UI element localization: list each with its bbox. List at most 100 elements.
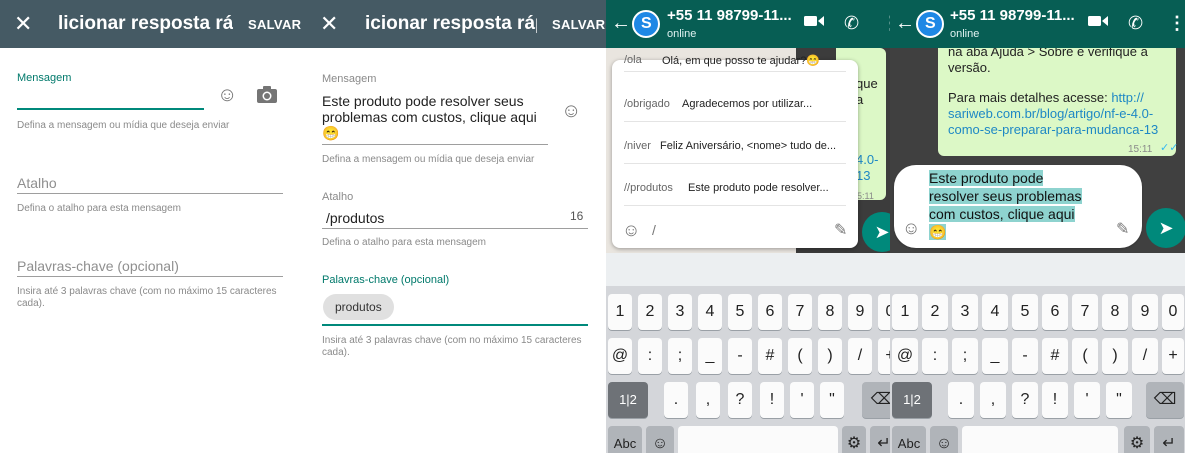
key[interactable]: 0 bbox=[878, 294, 890, 330]
settings-key[interactable]: ⚙ bbox=[842, 426, 866, 453]
key[interactable]: ' bbox=[1074, 382, 1100, 418]
symbols-page-toggle[interactable]: 1|2 bbox=[892, 382, 932, 418]
key[interactable]: 8 bbox=[818, 294, 842, 330]
backspace-key[interactable]: ⌫ bbox=[1146, 382, 1184, 418]
video-call-icon[interactable] bbox=[1088, 13, 1108, 34]
key[interactable]: : bbox=[922, 338, 948, 374]
key[interactable]: " bbox=[820, 382, 844, 418]
key[interactable]: ; bbox=[668, 338, 692, 374]
key[interactable]: # bbox=[758, 338, 782, 374]
quick-reply-item[interactable]: //produtos Este produto pode resolver... bbox=[624, 170, 846, 206]
back-arrow-icon[interactable]: ← bbox=[611, 12, 631, 35]
bubble-link[interactable]: sariweb.com.br/blog/artigo/nf-e-4.0- bbox=[948, 106, 1153, 121]
key[interactable]: . bbox=[948, 382, 974, 418]
key[interactable]: @ bbox=[608, 338, 632, 374]
key[interactable]: : bbox=[638, 338, 662, 374]
key[interactable]: ? bbox=[728, 382, 752, 418]
phone-icon[interactable]: ✆ bbox=[1128, 13, 1143, 34]
message-input[interactable]: Este produto pode resolver seus problema… bbox=[322, 93, 557, 141]
phone-icon[interactable]: ✆ bbox=[844, 13, 859, 34]
abc-key[interactable]: Abc bbox=[892, 426, 926, 453]
keywords-input[interactable]: Palavras-chave (opcional) bbox=[17, 258, 179, 274]
key[interactable]: + bbox=[1162, 338, 1184, 374]
key[interactable]: 8 bbox=[1102, 294, 1128, 330]
key[interactable]: 4 bbox=[982, 294, 1008, 330]
quick-reply-item[interactable]: /niver Feliz Aniversário, <nome> tudo de… bbox=[624, 128, 846, 164]
abc-key[interactable]: Abc bbox=[608, 426, 642, 453]
emoji-key[interactable]: ☺ bbox=[646, 426, 674, 453]
camera-icon[interactable] bbox=[256, 85, 278, 109]
key[interactable]: , bbox=[696, 382, 720, 418]
message-bubble[interactable]: na aba Ajuda > Sobre e verifique a versã… bbox=[938, 38, 1178, 156]
video-call-icon[interactable] bbox=[804, 13, 824, 34]
bubble-link[interactable]: como-se-preparar-para-mudanca-13 bbox=[948, 122, 1158, 137]
key[interactable]: 2 bbox=[638, 294, 662, 330]
key[interactable]: # bbox=[1042, 338, 1068, 374]
save-button[interactable]: SALVAR bbox=[552, 17, 605, 32]
more-options-icon[interactable]: ⋮ bbox=[1168, 13, 1185, 34]
settings-key[interactable]: ⚙ bbox=[1124, 426, 1150, 453]
key[interactable]: 1 bbox=[608, 294, 632, 330]
enter-key[interactable]: ↵ bbox=[870, 426, 890, 453]
bubble-link[interactable]: http:// bbox=[1111, 90, 1144, 105]
key[interactable]: 4 bbox=[698, 294, 722, 330]
key[interactable]: 3 bbox=[952, 294, 978, 330]
avatar[interactable]: S bbox=[916, 10, 944, 38]
save-button[interactable]: SALVAR bbox=[248, 17, 301, 32]
key[interactable]: ( bbox=[1072, 338, 1098, 374]
shortcut-input[interactable]: /produtos bbox=[326, 210, 384, 226]
shortcut-input[interactable]: Atalho bbox=[17, 175, 57, 191]
key[interactable]: ) bbox=[1102, 338, 1128, 374]
key[interactable]: ' bbox=[790, 382, 814, 418]
contact-name[interactable]: +55 11 98799-11... bbox=[950, 7, 1078, 24]
key[interactable]: 5 bbox=[1012, 294, 1038, 330]
key[interactable]: . bbox=[664, 382, 688, 418]
emoji-icon[interactable]: ☺ bbox=[217, 85, 237, 105]
key[interactable]: / bbox=[1132, 338, 1158, 374]
quick-reply-item[interactable]: /ola Olá, em que posso te ajudar?😁 bbox=[624, 46, 846, 72]
attach-icon[interactable]: ✎ bbox=[1116, 219, 1129, 239]
message-input[interactable]: / bbox=[652, 222, 656, 238]
key[interactable]: - bbox=[728, 338, 752, 374]
key[interactable]: ! bbox=[1042, 382, 1068, 418]
key[interactable]: 7 bbox=[788, 294, 812, 330]
key[interactable]: _ bbox=[982, 338, 1008, 374]
key[interactable]: 7 bbox=[1072, 294, 1098, 330]
key[interactable]: 5 bbox=[728, 294, 752, 330]
avatar[interactable]: S bbox=[632, 10, 660, 38]
key[interactable]: - bbox=[1012, 338, 1038, 374]
key[interactable]: _ bbox=[698, 338, 722, 374]
backspace-key[interactable]: ⌫ bbox=[862, 382, 890, 418]
close-icon[interactable]: ✕ bbox=[320, 12, 338, 36]
space-key[interactable] bbox=[962, 426, 1118, 453]
enter-key[interactable]: ↵ bbox=[1154, 426, 1184, 453]
message-input[interactable]: Este produto pode resolver seus problema… bbox=[929, 169, 1082, 241]
symbols-page-toggle[interactable]: 1|2 bbox=[608, 382, 648, 418]
key[interactable]: @ bbox=[892, 338, 918, 374]
close-icon[interactable]: ✕ bbox=[14, 12, 32, 36]
key[interactable]: ? bbox=[1012, 382, 1038, 418]
more-options-icon[interactable]: ⋮ bbox=[882, 13, 890, 34]
emoji-icon[interactable]: ☺ bbox=[622, 220, 640, 241]
key[interactable]: 6 bbox=[758, 294, 782, 330]
key[interactable]: 1 bbox=[892, 294, 918, 330]
space-key[interactable] bbox=[678, 426, 838, 453]
key[interactable]: ! bbox=[760, 382, 784, 418]
keywords-input[interactable] bbox=[322, 324, 588, 326]
back-arrow-icon[interactable]: ← bbox=[895, 12, 915, 35]
key[interactable]: ( bbox=[788, 338, 812, 374]
keyword-chip[interactable]: produtos bbox=[323, 294, 394, 320]
key[interactable]: + bbox=[878, 338, 890, 374]
key[interactable]: ) bbox=[818, 338, 842, 374]
key[interactable]: " bbox=[1106, 382, 1132, 418]
contact-name[interactable]: +55 11 98799-11... bbox=[667, 7, 799, 24]
key[interactable]: ; bbox=[952, 338, 978, 374]
send-button[interactable]: ➤ bbox=[1146, 208, 1185, 248]
key[interactable]: 0 bbox=[1162, 294, 1184, 330]
quick-reply-item[interactable]: /obrigado Agradecemos por utilizar... bbox=[624, 86, 846, 122]
emoji-icon[interactable]: ☺ bbox=[561, 101, 581, 121]
emoji-icon[interactable]: ☺ bbox=[902, 218, 920, 239]
key[interactable]: 6 bbox=[1042, 294, 1068, 330]
message-input[interactable] bbox=[17, 108, 204, 110]
key[interactable]: 2 bbox=[922, 294, 948, 330]
